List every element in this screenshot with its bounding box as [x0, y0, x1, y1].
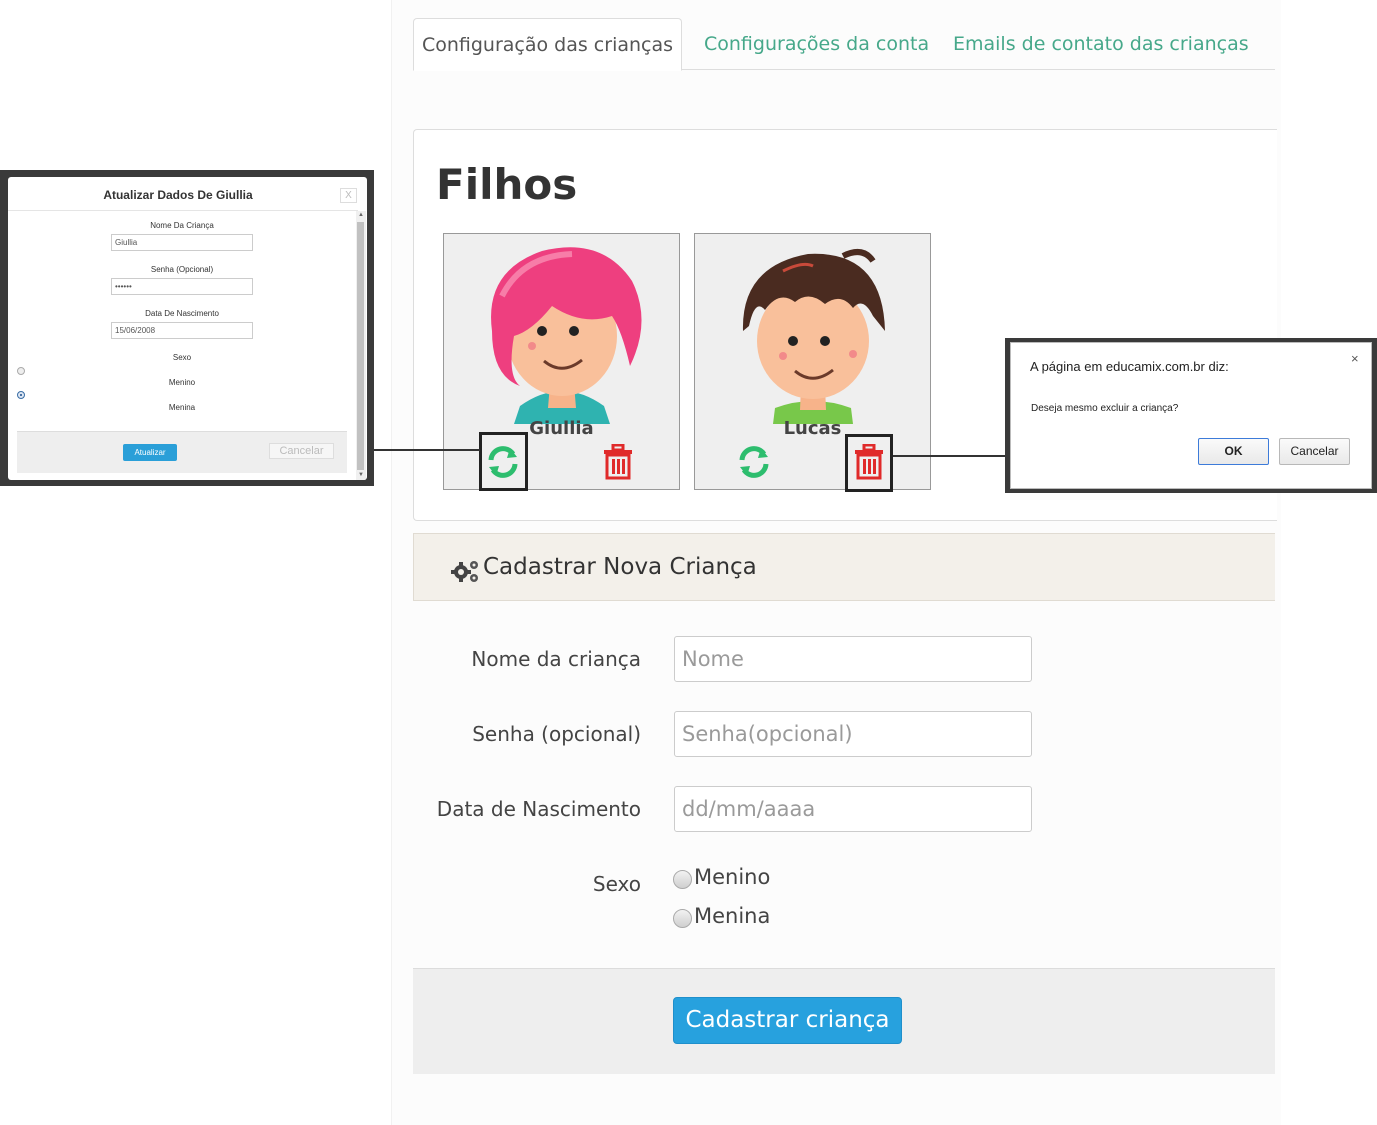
modal-footer: Atualizar Cancelar: [17, 431, 347, 473]
modal-sexo-label: Sexo: [172, 353, 192, 362]
ok-button[interactable]: OK: [1198, 438, 1269, 465]
scrollbar-thumb[interactable]: [357, 222, 364, 470]
connector-line: [893, 455, 1006, 457]
divider: [8, 210, 358, 211]
modal-nascimento-label: Data De Nascimento: [145, 309, 219, 318]
nascimento-input[interactable]: [674, 786, 1032, 832]
atualizar-button[interactable]: Atualizar: [123, 444, 177, 461]
modal-menina-label: Menina: [168, 403, 196, 412]
radio-menina[interactable]: Menina: [673, 903, 770, 928]
delete-child-button[interactable]: [596, 439, 640, 485]
scrollbar[interactable]: ▲ ▼: [356, 211, 366, 480]
modal-senha-input[interactable]: ••••••: [111, 278, 253, 295]
modal-menino-label: Menino: [168, 378, 196, 387]
modal-senha-label: Senha (Opcional): [150, 265, 214, 274]
radio-button[interactable]: [673, 909, 692, 928]
sexo-label: Sexo: [592, 872, 641, 896]
radio-menino[interactable]: Menino: [673, 864, 770, 889]
refresh-icon: [739, 446, 769, 478]
trash-icon: [604, 444, 632, 480]
tab-emails-contato[interactable]: Emails de contato das crianças: [953, 18, 1249, 71]
connector-line: [374, 449, 480, 451]
update-modal: Atualizar Dados De Giullia X ▲ ▼ Nome Da…: [8, 177, 367, 480]
boy-avatar: [742, 249, 885, 424]
close-icon[interactable]: ×: [1351, 351, 1359, 366]
modal-radio-menina[interactable]: [17, 391, 25, 399]
nome-input[interactable]: [674, 636, 1032, 682]
cadastro-header: Cadastrar Nova Criança: [413, 533, 1275, 601]
highlight-refresh: [479, 432, 528, 491]
tab-configuracao-criancas[interactable]: Configuração das crianças: [413, 18, 682, 71]
modal-nascimento-input[interactable]: 15/06/2008: [111, 322, 253, 339]
child-name: Lucas: [783, 418, 842, 439]
scroll-down-icon[interactable]: ▼: [358, 472, 364, 478]
modal-cancel-button[interactable]: Cancelar: [269, 443, 334, 459]
modal-nome-input[interactable]: Giullia: [111, 234, 253, 251]
modal-title: Atualizar Dados De Giullia: [103, 188, 253, 202]
nome-label: Nome da criança: [471, 647, 641, 671]
child-card-lucas: Lucas: [694, 233, 931, 490]
gears-icon: [451, 561, 478, 582]
senha-label: Senha (opcional): [472, 722, 641, 746]
radio-button[interactable]: [673, 870, 692, 889]
scroll-up-icon[interactable]: ▲: [358, 212, 364, 218]
radio-label: Menina: [694, 903, 771, 928]
nascimento-label: Data de Nascimento: [436, 797, 641, 821]
filhos-title: Filhos: [436, 160, 578, 209]
senha-input[interactable]: [674, 711, 1032, 757]
radio-label: Menino: [694, 864, 771, 889]
modal-radio-menino[interactable]: [17, 367, 25, 375]
dialog-message: Deseja mesmo excluir a criança?: [1031, 403, 1179, 414]
dialog-cancel-button[interactable]: Cancelar: [1279, 438, 1350, 465]
update-child-button[interactable]: [732, 439, 776, 485]
update-modal-frame: Atualizar Dados De Giullia X ▲ ▼ Nome Da…: [0, 170, 374, 486]
tab-bar: Configuração das crianças Configurações …: [413, 18, 1275, 71]
cadastro-title: Cadastrar Nova Criança: [483, 554, 757, 580]
highlight-trash: [845, 434, 893, 492]
close-button[interactable]: X: [340, 188, 357, 203]
dialog-title: A página em educamix.com.br diz:: [1030, 359, 1229, 374]
confirm-dialog: A página em educamix.com.br diz: × Desej…: [1010, 342, 1372, 489]
confirm-dialog-frame: A página em educamix.com.br diz: × Desej…: [1005, 338, 1377, 493]
cadastrar-crianca-button[interactable]: Cadastrar criança: [673, 997, 902, 1044]
tab-configuracoes-conta[interactable]: Configurações da conta: [704, 18, 929, 71]
girl-avatar: [491, 247, 642, 424]
modal-nome-label: Nome Da Criança: [150, 221, 214, 230]
